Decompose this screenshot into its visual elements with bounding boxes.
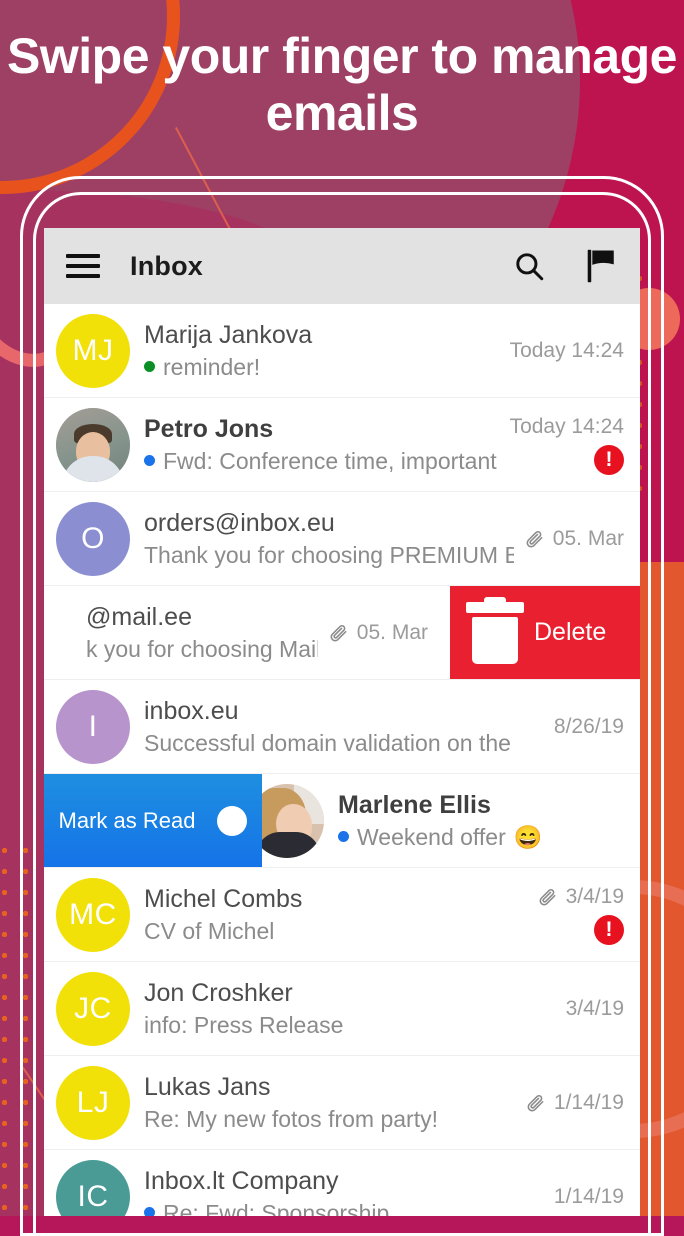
headline-text: Swipe your finger to manage emails — [7, 28, 677, 141]
phone-frame-inner — [33, 192, 651, 1236]
